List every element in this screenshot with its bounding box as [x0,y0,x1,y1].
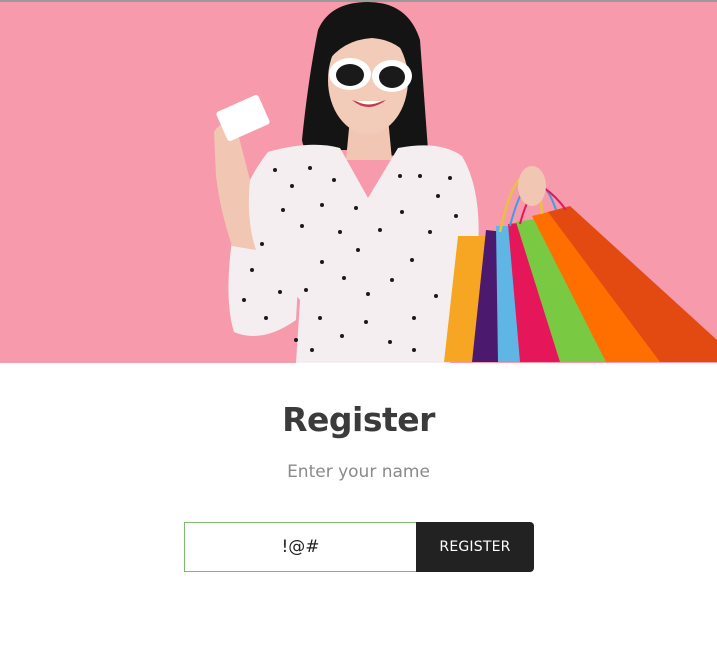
register-form: REGISTER [184,522,534,572]
register-button[interactable]: REGISTER [416,522,534,572]
hero-image [0,0,717,363]
page-title: Register [282,400,435,439]
register-page: Register Enter your name REGISTER [0,0,717,651]
name-prompt-label: Enter your name [287,462,430,482]
name-input[interactable] [184,522,416,572]
